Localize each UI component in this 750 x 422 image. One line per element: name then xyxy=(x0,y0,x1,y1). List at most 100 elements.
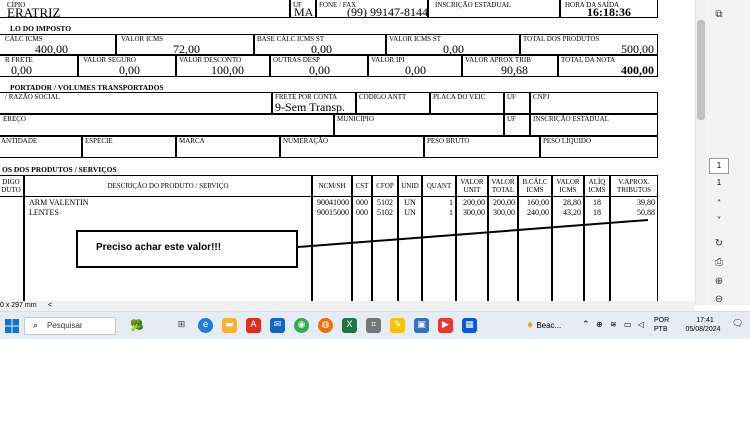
products-cell-vtotal: 300,00 xyxy=(493,208,515,217)
peso-bruto-box: PESO BRUTO xyxy=(424,136,540,158)
calculator-icon[interactable]: ▦ xyxy=(462,318,477,333)
products-cell-quant: 1 xyxy=(449,208,453,217)
file-explorer-icon[interactable]: ▬ xyxy=(222,318,237,333)
volume-tray-icon[interactable]: ◁ xyxy=(638,320,644,329)
valor-aprox-trib-value: 90,68 xyxy=(501,63,528,77)
annotation-text: Preciso achar este valor!!! xyxy=(96,242,222,253)
beac-app-icon: ♦ xyxy=(526,321,535,331)
uf-box: UF MA xyxy=(290,0,316,19)
wifi-tray-icon[interactable]: ≋ xyxy=(610,320,617,329)
viewer-statusbar: 0 x 297 mm < xyxy=(0,301,695,311)
zoom-in-icon[interactable]: ⊕ xyxy=(712,275,726,289)
base-calc-icms-box: CÁLC ICMS 400,00 xyxy=(0,34,116,56)
total-nota-value: 400,00 xyxy=(621,63,654,77)
endereco-box: EREÇO xyxy=(0,114,334,136)
products-header-cell: UNID xyxy=(398,175,422,197)
chevron-down-icon[interactable]: ˅ xyxy=(712,215,726,229)
media-app-icon[interactable]: ▶ xyxy=(438,318,453,333)
mail-icon[interactable]: ✉ xyxy=(270,318,285,333)
products-cell-ncm: 90015000 xyxy=(317,208,349,217)
image-app-icon[interactable]: ▣ xyxy=(414,318,429,333)
windows-taskbar: ⌕ Pesquisar 🥦 ⊞ e ▬ A ✉ ◉ ◍ X ⌗ ✎ ▣ ▶ ▦ … xyxy=(0,311,750,339)
taskbar-search[interactable]: ⌕ Pesquisar xyxy=(24,317,116,335)
scrollbar-thumb[interactable] xyxy=(697,20,705,120)
system-tray: ⌃ ⊕ ≋ ▭ ◁ POR PTB 17:41 05/08/2024 🗨 xyxy=(582,316,750,336)
products-cell-aliq: 18 xyxy=(593,208,601,217)
vertical-scrollbar[interactable] xyxy=(696,0,706,305)
products-header-cell: ALÍQ ICMS xyxy=(584,175,610,197)
zoom-out-icon[interactable]: ⊖ xyxy=(712,293,726,307)
network-app-icon[interactable]: ⌗ xyxy=(366,318,381,333)
acrobat-icon[interactable]: A xyxy=(246,318,261,333)
chrome-icon[interactable]: ◉ xyxy=(294,318,309,333)
quantidade-box: ANTIDADE xyxy=(0,136,82,158)
products-cell-unid: UN xyxy=(404,198,416,207)
products-cell-vicms: 28,80 xyxy=(563,198,581,207)
valor-ipi-value: 0,00 xyxy=(405,63,426,77)
firefox-icon[interactable]: ◍ xyxy=(318,318,333,333)
products-cell-vunit: 300,00 xyxy=(463,208,485,217)
products-column xyxy=(0,197,24,305)
clock-time[interactable]: 17:41 xyxy=(686,317,724,324)
products-header-cell: B.CÁLC ICMS xyxy=(518,175,552,197)
chevron-up-tray-icon[interactable]: ⌃ xyxy=(582,320,590,330)
products-header-cell: CFOP xyxy=(372,175,398,197)
products-header-cell: QUANT xyxy=(422,175,456,197)
ie-box: INSCRIÇÃO ESTADUAL xyxy=(428,0,560,18)
search-icon: ⌕ xyxy=(33,321,39,331)
network-tray-icon[interactable]: ⊕ xyxy=(596,320,603,329)
valor-frete-value: 0,00 xyxy=(11,63,32,77)
transportador-section-title: PORTADOR / VOLUMES TRANSPORTADOS xyxy=(10,83,164,92)
search-placeholder: Pesquisar xyxy=(47,321,83,330)
hora-value: 16:18:36 xyxy=(587,5,631,19)
imposto-section-title: LO DO IMPOSTO xyxy=(10,24,72,33)
veggies-widget-icon[interactable]: 🥦 xyxy=(124,318,150,333)
products-cell-vtotal: 200,00 xyxy=(493,198,515,207)
language-top[interactable]: POR xyxy=(654,317,669,324)
notification-icon[interactable]: 🗨 xyxy=(732,319,743,329)
products-header-cell: CST xyxy=(352,175,372,197)
hora-box: HORA DA SAÍDA 16:18:36 xyxy=(560,0,658,19)
products-cell-desc: ARM VALENTIN xyxy=(29,198,89,207)
uf2-transp-box: UF xyxy=(504,114,530,136)
scroll-left-icon[interactable]: < xyxy=(48,301,52,311)
products-cell-desc: LENTES xyxy=(29,208,59,217)
products-cell-unid: UN xyxy=(404,208,416,217)
battery-tray-icon[interactable]: ▭ xyxy=(624,320,632,329)
valor-desconto-box: VALOR DESCONTO 100,00 xyxy=(176,55,270,77)
municipio-box: CÍPIO ERATRIZ xyxy=(0,0,290,19)
uf-value: MA xyxy=(294,5,314,19)
outras-desp-value: 0,00 xyxy=(309,63,330,77)
codigo-antt-box: CÓDIGO ANTT xyxy=(356,92,430,114)
chevron-up-icon[interactable]: ˄ xyxy=(712,198,726,212)
page-number-input[interactable]: 1 xyxy=(709,158,729,174)
fone-box: FONE / FAX (99) 99147-8144 xyxy=(316,0,428,19)
windows-start-icon[interactable] xyxy=(4,318,20,334)
language-bottom[interactable]: PTB xyxy=(654,326,668,333)
edge-icon[interactable]: e xyxy=(198,318,213,333)
valor-seguro-box: VALOR SEGURO 0,00 xyxy=(78,55,176,77)
task-view-icon[interactable]: ⊞ xyxy=(174,318,189,333)
razao-social-box: / RAZÃO SOCIAL xyxy=(0,92,272,114)
fit-page-icon[interactable]: ⎙ xyxy=(712,256,726,270)
outras-desp-box: OUTRAS DESP 0,00 xyxy=(270,55,368,77)
peso-liquido-box: PESO LÍQUIDO xyxy=(540,136,658,158)
base-calc-icms-st-box: BASE CÁLC ICMS ST 0,00 xyxy=(254,34,386,56)
valor-ipi-box: VALOR IPI 0,00 xyxy=(368,55,462,77)
numeracao-box: NUMERAÇÃO xyxy=(280,136,424,158)
fone-value: (99) 99147-8144 xyxy=(347,5,428,19)
clock-date[interactable]: 05/08/2024 xyxy=(678,326,728,333)
copy-icon[interactable]: ⧉ xyxy=(712,8,726,22)
products-cell-aliq: 18 xyxy=(593,198,601,207)
products-header-cell: VALOR ICMS xyxy=(552,175,584,197)
taskbar-beac-button[interactable]: ♦ Beac... xyxy=(526,316,578,336)
cnpj-box: CNPJ xyxy=(530,92,658,114)
excel-icon[interactable]: X xyxy=(342,318,357,333)
rotate-icon[interactable]: ↻ xyxy=(712,237,726,251)
placa-veic-box: PLACA DO VEIC xyxy=(430,92,504,114)
notes-app-icon[interactable]: ✎ xyxy=(390,318,405,333)
products-cell-bcalc: 240,00 xyxy=(527,208,549,217)
products-header-cell: NCM/SH xyxy=(312,175,352,197)
products-header-cell: DIGO DUTO xyxy=(0,175,24,197)
produtos-section-title: OS DOS PRODUTOS / SERVIÇOS xyxy=(2,165,117,174)
